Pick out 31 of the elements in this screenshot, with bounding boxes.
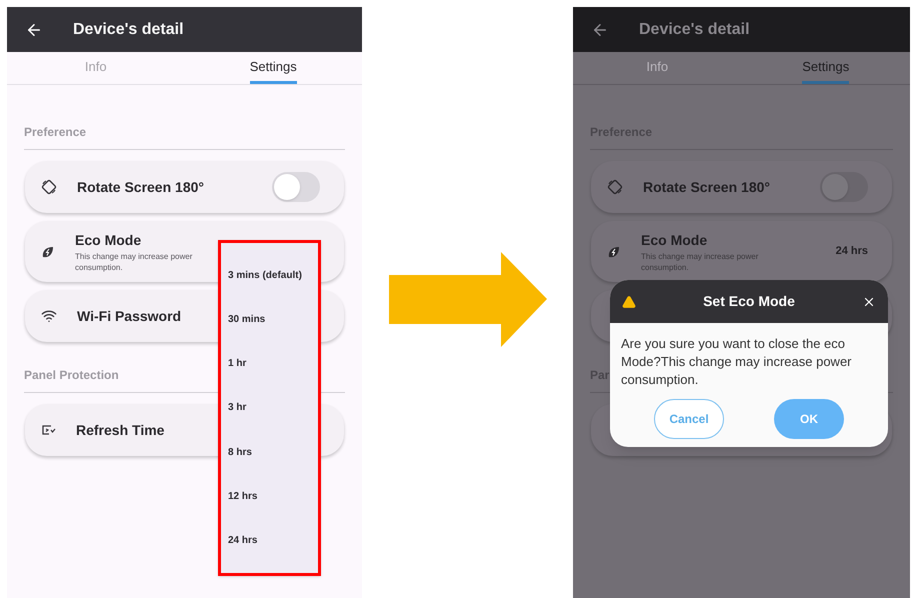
toggle-switch[interactable] bbox=[820, 172, 868, 202]
setting-description: This change may increase power consumption. bbox=[641, 251, 760, 273]
section-title: Preference bbox=[24, 124, 86, 141]
leaf-bolt-icon bbox=[607, 244, 621, 258]
screen-title: Device's detail bbox=[73, 20, 184, 40]
section-title: Panel Protection bbox=[24, 367, 119, 384]
dropdown-option[interactable]: 12 hrs bbox=[228, 489, 318, 504]
setting-label: Rotate Screen 180° bbox=[77, 178, 204, 196]
setting-label: Rotate Screen 180° bbox=[643, 178, 770, 196]
leaf-bolt-icon bbox=[41, 244, 55, 258]
timer-screen-icon bbox=[41, 424, 56, 436]
setting-label: Refresh Time bbox=[76, 420, 164, 440]
setting-label: Wi-Fi Password bbox=[77, 306, 182, 326]
screen-title: Device's detail bbox=[639, 20, 750, 40]
setting-label: Eco Mode bbox=[75, 231, 142, 250]
dropdown-option[interactable]: 24 hrs bbox=[228, 533, 318, 548]
wifi-icon bbox=[41, 308, 57, 324]
dropdown-option[interactable]: 1 hr bbox=[228, 356, 318, 372]
setting-label: Eco Mode bbox=[641, 231, 708, 250]
dropdown-option[interactable]: 30 mins bbox=[228, 312, 318, 327]
tab[interactable]: Settings bbox=[250, 52, 297, 84]
dialog-message: Are you sure you want to close the eco Mode?This change may increase power consumption. bbox=[620, 335, 853, 389]
dialog-title: Set Eco Mode bbox=[702, 292, 796, 311]
rotate-icon bbox=[607, 179, 623, 195]
setting-card[interactable]: Rotate Screen 180° bbox=[25, 161, 344, 213]
dropdown-option[interactable]: 3 mins (default) bbox=[228, 268, 318, 283]
toggle-switch[interactable] bbox=[272, 172, 320, 202]
setting-value: 24 hrs bbox=[836, 244, 868, 260]
rotate-icon bbox=[41, 179, 57, 195]
warning-icon bbox=[622, 294, 636, 308]
setting-description: This change may increase power consumption. bbox=[75, 251, 194, 273]
